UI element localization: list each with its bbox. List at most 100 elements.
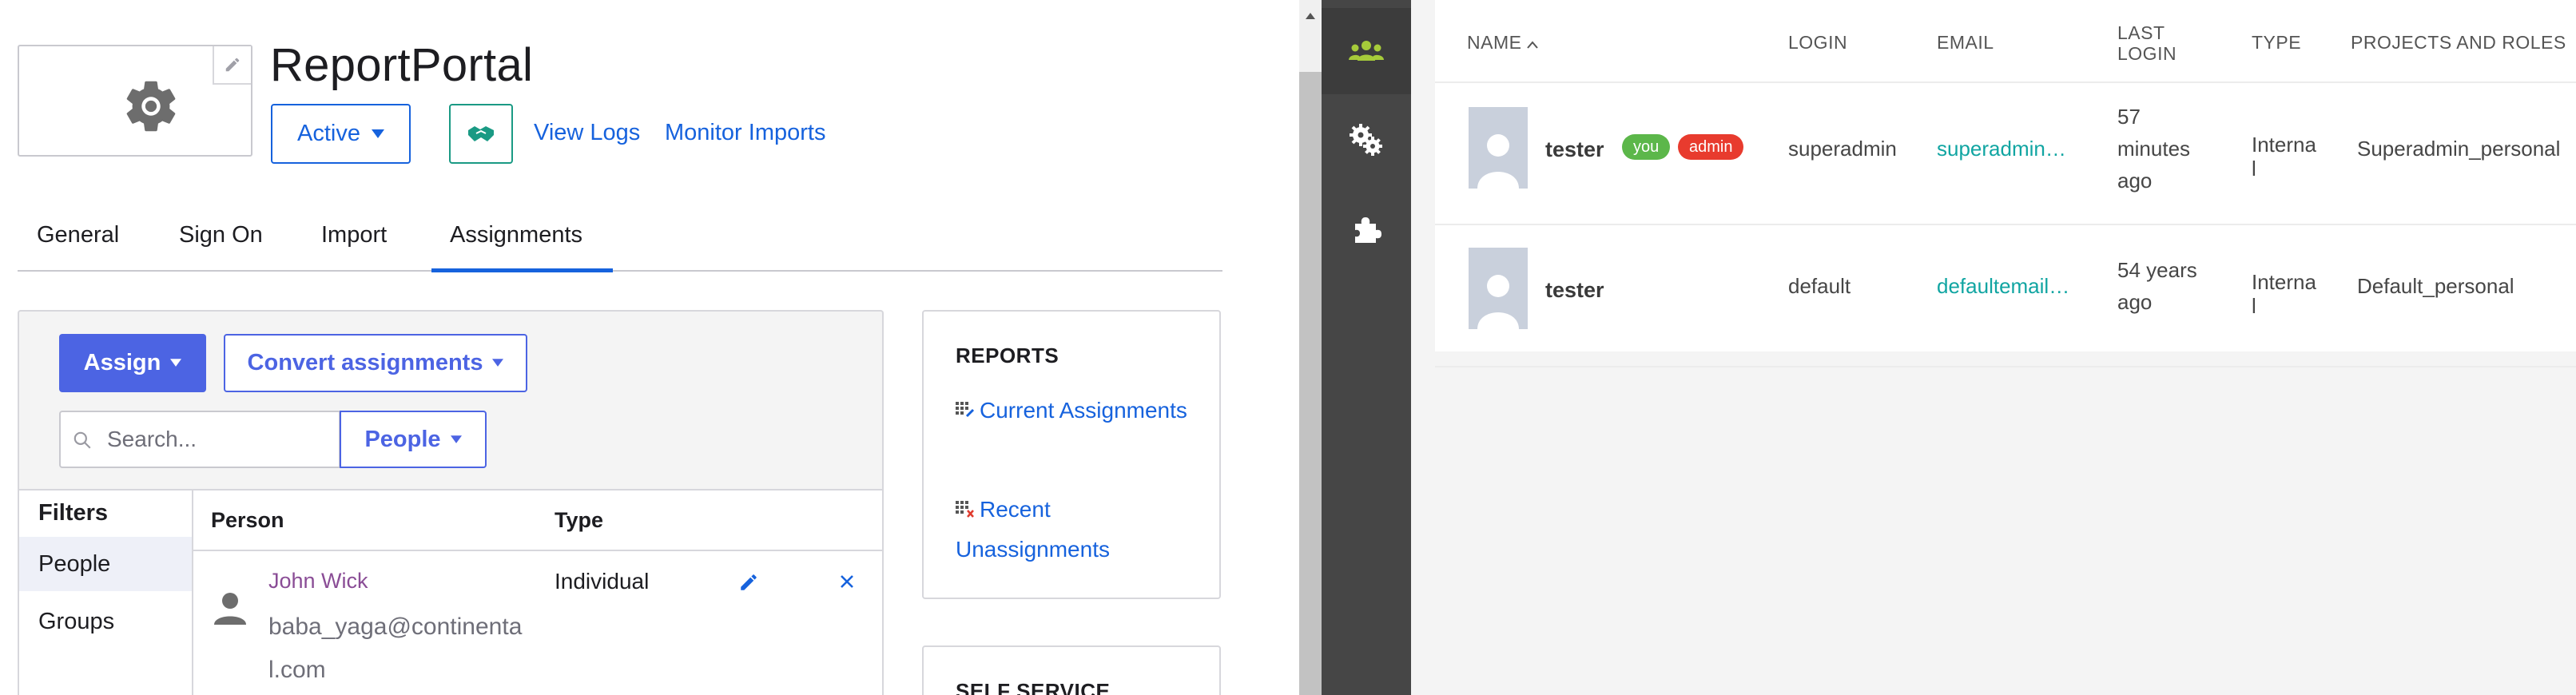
column-header-login: LOGIN — [1788, 32, 1848, 53]
search-field — [59, 411, 340, 468]
convert-assignments-button[interactable]: Convert assignments — [224, 334, 527, 392]
assignments-panel: Assign Convert assignments People Filter… — [18, 310, 884, 695]
view-logs-link[interactable]: View Logs — [534, 120, 640, 146]
sidebar-item-users[interactable] — [1322, 8, 1411, 94]
table-row[interactable]: tester you admin superadmin superadmin… … — [1435, 83, 2576, 225]
arrow-up-icon — [1306, 13, 1315, 19]
user-email-link[interactable]: defaultemail… — [1937, 270, 2069, 302]
person-name-link[interactable]: John Wick — [268, 569, 368, 594]
sidebar-item-settings[interactable] — [1322, 97, 1411, 184]
current-assignments-report-link[interactable]: Current Assignments — [956, 391, 1195, 431]
search-input[interactable] — [107, 422, 331, 457]
app-title: ReportPortal — [270, 39, 534, 91]
avatar — [1469, 107, 1528, 189]
column-header-projects: PROJECTS AND ROLES — [2351, 32, 2566, 53]
close-icon — [841, 575, 853, 588]
person-email: baba_yaga@continental.com — [268, 614, 523, 683]
monitor-imports-link[interactable]: Monitor Imports — [665, 120, 825, 146]
assign-label: Assign — [83, 350, 161, 375]
header-divider — [193, 550, 882, 551]
convert-label: Convert assignments — [247, 350, 483, 375]
column-header-email: EMAIL — [1937, 32, 1994, 53]
column-header-type: Type — [555, 508, 604, 532]
column-header-person: Person — [211, 508, 284, 532]
filters-sidebar: Filters People Groups — [19, 489, 193, 695]
app-admin-pane: ReportPortal Active View Logs Monitor Im… — [0, 0, 1299, 695]
filters-title: Filters — [38, 500, 109, 526]
edit-assignment-button[interactable] — [738, 572, 759, 597]
pencil-icon — [225, 58, 240, 72]
caret-down-icon — [371, 129, 384, 138]
assignments-table: Person Type John Wick baba_yaga@continen… — [193, 489, 882, 695]
tab-bar: General Sign On Import Assignments — [18, 198, 1222, 272]
tab-sign-on[interactable]: Sign On — [179, 222, 263, 248]
status-label: Active — [297, 121, 360, 146]
sidebar-item-plugins[interactable] — [1322, 185, 1411, 272]
self-service-panel: SELF SERVICE — [922, 645, 1221, 695]
recent-unassignments-report-link[interactable]: Recent Unassignments — [956, 490, 1195, 569]
person-icon — [211, 590, 249, 632]
table-row[interactable]: tester default defaultemail… 54 years ag… — [1435, 225, 2576, 367]
report-link-label: Recent Unassignments — [956, 497, 1110, 562]
tab-general[interactable]: General — [37, 222, 119, 248]
admin-sidebar — [1322, 0, 1411, 695]
user-login: default — [1788, 274, 1851, 298]
assignment-type: Individual — [555, 569, 650, 594]
gear-icon — [120, 75, 182, 141]
column-header-last-login: LAST LOGIN — [2117, 22, 2177, 64]
header-label: NAME — [1467, 32, 1522, 53]
people-filter-dropdown[interactable]: People — [340, 411, 487, 468]
user-silhouette-icon — [1477, 275, 1519, 329]
scrollbar-thumb[interactable] — [1299, 72, 1322, 695]
user-type: Internal — [2252, 133, 2316, 181]
user-projects: Superadmin_personal — [2357, 137, 2561, 161]
avatar — [1469, 248, 1528, 329]
status-dropdown[interactable]: Active — [271, 104, 411, 164]
reports-title: REPORTS — [956, 344, 1059, 367]
user-email-link[interactable]: superadmin… — [1937, 133, 2066, 165]
app-logo — [18, 45, 252, 157]
users-icon — [1349, 41, 1384, 61]
user-last-login: 54 years ago — [2117, 258, 2197, 314]
remove-assignment-button[interactable] — [837, 572, 857, 595]
tab-assignments[interactable]: Assignments — [450, 222, 582, 248]
users-table: NAME LOGIN EMAIL LAST LOGIN TYPE PROJECT… — [1435, 0, 2576, 367]
user-login: superadmin — [1788, 137, 1897, 161]
reports-panel: REPORTS Current Assignments Recent Unass… — [922, 310, 1221, 599]
filter-label: Groups — [38, 608, 115, 634]
edit-logo-button[interactable] — [213, 46, 251, 85]
search-icon — [72, 430, 93, 455]
assign-button[interactable]: Assign — [59, 334, 206, 392]
filter-people[interactable]: People — [19, 537, 192, 591]
user-silhouette-icon — [1477, 134, 1519, 189]
sort-ascending-icon — [1527, 41, 1539, 49]
grid-report-icon — [956, 393, 975, 431]
caret-down-icon — [170, 359, 182, 367]
handshake-icon — [468, 125, 494, 141]
user-name: tester — [1545, 137, 1604, 161]
filter-label: People — [38, 550, 111, 577]
user-last-login: 57 minutes ago — [2117, 105, 2191, 193]
column-header-name[interactable]: NAME — [1467, 32, 1539, 53]
handshake-button[interactable] — [449, 104, 513, 164]
user-projects: Default_personal — [2357, 274, 2514, 298]
you-badge: you — [1622, 134, 1671, 160]
admin-badge: admin — [1678, 134, 1744, 160]
pencil-icon — [741, 574, 757, 590]
gears-icon — [1350, 124, 1382, 156]
filter-groups[interactable]: Groups — [19, 594, 192, 649]
active-tab-indicator — [431, 268, 613, 272]
caret-down-icon — [492, 359, 504, 367]
report-link-label: Current Assignments — [980, 398, 1187, 423]
people-dropdown-label: People — [364, 426, 441, 452]
users-table-header: NAME LOGIN EMAIL LAST LOGIN TYPE PROJECT… — [1435, 0, 2576, 83]
self-service-title: SELF SERVICE — [956, 679, 1111, 695]
column-header-type: TYPE — [2252, 32, 2302, 53]
scroll-up-arrow[interactable] — [1301, 6, 1320, 26]
users-admin-pane: NAME LOGIN EMAIL LAST LOGIN TYPE PROJECT… — [1411, 0, 2576, 695]
grid-remove-icon — [956, 492, 975, 530]
plugin-icon — [1355, 217, 1381, 243]
caret-down-icon — [450, 435, 462, 443]
tab-import[interactable]: Import — [321, 222, 387, 248]
user-type: Internal — [2252, 270, 2316, 318]
